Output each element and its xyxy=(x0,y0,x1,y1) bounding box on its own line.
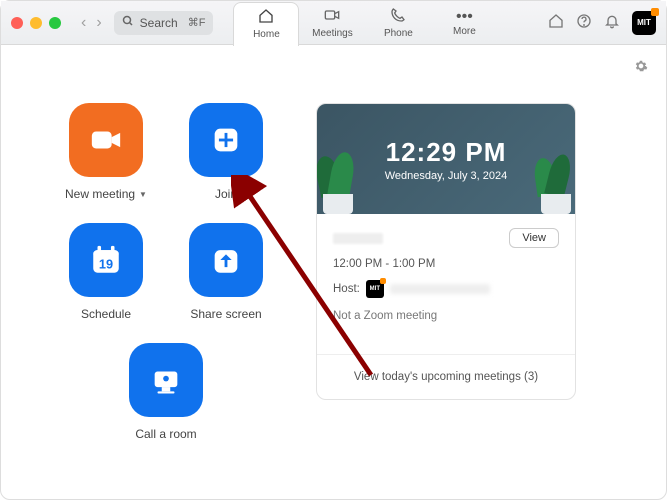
home-icon xyxy=(258,8,274,28)
call-room-button[interactable] xyxy=(129,343,203,417)
phone-icon xyxy=(390,7,406,27)
profile-avatar[interactable]: MIT xyxy=(632,11,656,35)
new-meeting-button[interactable] xyxy=(69,103,143,177)
tab-label: Home xyxy=(253,29,280,40)
tab-phone[interactable]: Phone xyxy=(365,1,431,45)
view-all-upcoming[interactable]: View today's upcoming meetings (3) xyxy=(317,354,575,399)
svg-text:19: 19 xyxy=(99,257,113,272)
join-label: Join xyxy=(215,187,237,201)
new-meeting-label[interactable]: New meeting ▼ xyxy=(65,187,147,201)
event-time-range: 12:00 PM - 1:00 PM xyxy=(333,258,559,270)
tab-label: More xyxy=(453,26,476,37)
share-screen-label: Share screen xyxy=(190,307,261,321)
join-tile: Join xyxy=(166,103,286,201)
event-body: View 12:00 PM - 1:00 PM Host: MIT Not a … xyxy=(317,214,575,354)
forward-button[interactable]: › xyxy=(92,12,105,34)
schedule-tile: 19 Schedule xyxy=(46,223,166,321)
window-controls xyxy=(11,17,61,29)
minimize-window[interactable] xyxy=(30,17,42,29)
action-grid: New meeting ▼ Join 19 Schedule xyxy=(1,45,306,499)
nav-arrows: ‹ › xyxy=(77,12,106,34)
current-time: 12:29 PM xyxy=(386,137,507,168)
search-icon xyxy=(122,15,134,30)
clock-banner: 12:29 PM Wednesday, July 3, 2024 xyxy=(317,104,575,214)
new-meeting-tile: New meeting ▼ xyxy=(46,103,166,201)
chevron-down-icon: ▼ xyxy=(139,190,147,199)
call-room-label: Call a room xyxy=(135,427,196,441)
not-zoom-label: Not a Zoom meeting xyxy=(333,310,559,322)
home-shortcut-icon[interactable] xyxy=(548,13,564,32)
bell-icon[interactable] xyxy=(604,13,620,32)
tab-more[interactable]: ••• More xyxy=(431,1,497,45)
upcoming-card: 12:29 PM Wednesday, July 3, 2024 View 12… xyxy=(316,103,576,400)
close-window[interactable] xyxy=(11,17,23,29)
tab-label: Meetings xyxy=(312,28,353,39)
host-name xyxy=(390,284,490,294)
tab-meetings[interactable]: Meetings xyxy=(299,1,365,45)
tab-label: Phone xyxy=(384,28,413,39)
current-date: Wednesday, July 3, 2024 xyxy=(385,170,508,182)
host-avatar: MIT xyxy=(366,280,384,298)
upcoming-panel: 12:29 PM Wednesday, July 3, 2024 View 12… xyxy=(306,45,666,499)
titlebar: ‹ › Search ⌘F Home Meetings Phone xyxy=(1,1,666,45)
search-shortcut: ⌘F xyxy=(188,16,206,29)
titlebar-right: MIT xyxy=(548,11,656,35)
share-screen-tile: Share screen xyxy=(166,223,286,321)
more-icon: ••• xyxy=(456,9,473,25)
event-host-row: Host: MIT xyxy=(333,280,559,298)
plant-decor-right xyxy=(529,144,576,214)
plant-decor-left xyxy=(316,144,363,214)
view-event-button[interactable]: View xyxy=(509,228,559,248)
schedule-label: Schedule xyxy=(81,307,131,321)
join-button[interactable] xyxy=(189,103,263,177)
search-field[interactable]: Search ⌘F xyxy=(114,11,214,35)
share-screen-button[interactable] xyxy=(189,223,263,297)
settings-gear-icon[interactable] xyxy=(634,59,648,76)
back-button[interactable]: ‹ xyxy=(77,12,90,34)
schedule-button[interactable]: 19 xyxy=(69,223,143,297)
top-tabs: Home Meetings Phone ••• More xyxy=(233,1,497,45)
help-icon[interactable] xyxy=(576,13,592,32)
host-label: Host: xyxy=(333,283,360,295)
content: New meeting ▼ Join 19 Schedule xyxy=(1,45,666,499)
tab-home[interactable]: Home xyxy=(233,2,299,46)
search-placeholder: Search xyxy=(140,16,178,30)
fullscreen-window[interactable] xyxy=(49,17,61,29)
video-icon xyxy=(324,7,340,27)
call-room-tile: Call a room xyxy=(129,343,203,441)
event-title xyxy=(333,233,383,244)
